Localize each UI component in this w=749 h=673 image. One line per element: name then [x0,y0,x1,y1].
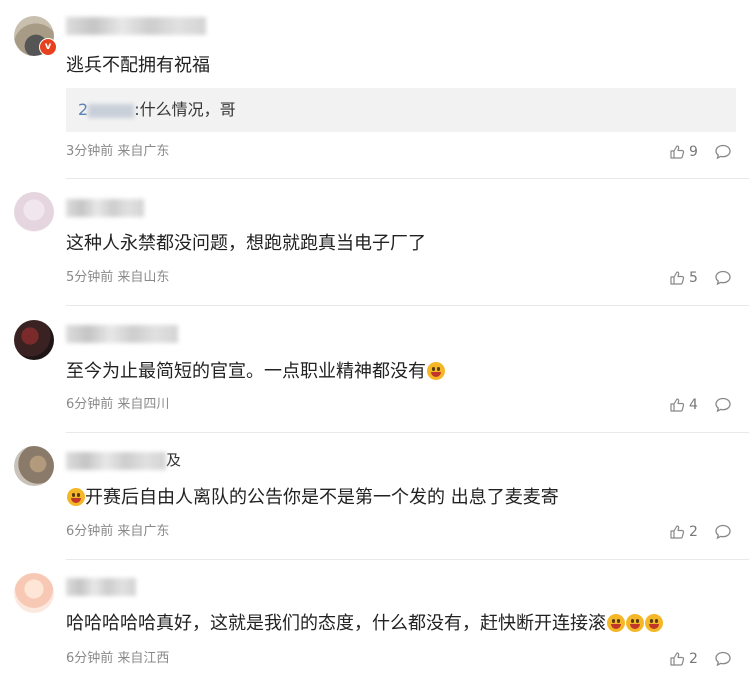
comment-meta: 6分钟前 来自四川 [66,397,170,412]
avatar[interactable] [14,320,54,360]
avatar[interactable] [14,573,54,613]
comment-icon[interactable] [714,269,732,287]
comment-meta: 6分钟前 来自广东 [66,524,170,539]
like-button[interactable]: 4 [669,396,698,414]
comment-icon[interactable] [714,396,732,414]
divider [66,432,749,433]
like-count: 5 [689,270,698,286]
comment-meta: 3分钟前 来自广东 [66,144,170,159]
verified-badge-icon: v [39,38,57,56]
laughing-emoji-icon [645,614,663,632]
comment-text: 至今为止最简短的官宣。一点职业精神都没有 [66,358,445,386]
comment-author[interactable]: 及 [66,449,181,471]
comment-icon[interactable] [714,523,732,541]
reply-preview[interactable]: 2:什么情况，哥 [66,88,736,132]
like-button[interactable]: 2 [669,523,698,541]
like-count: 2 [689,524,698,540]
comment-author[interactable] [66,14,206,36]
laughing-emoji-icon [607,614,625,632]
comment-text: 开赛后自由人离队的公告你是不是第一个发的 出息了麦麦寄 [66,484,559,512]
like-button[interactable]: 2 [669,650,698,668]
divider [66,178,749,179]
laughing-emoji-icon [427,362,445,380]
comment-author[interactable] [66,575,136,597]
comment-icon[interactable] [714,143,732,161]
comment-author[interactable] [66,196,144,218]
comment-text: 这种人永禁都没问题，想跑就跑真当电子厂了 [66,233,426,254]
thumb-up-icon [670,652,685,666]
divider [66,559,749,560]
thumb-up-icon [670,398,685,412]
laughing-emoji-icon [67,488,85,506]
like-button[interactable]: 9 [669,143,698,161]
comment-author[interactable] [66,322,178,344]
thumb-up-icon [670,271,685,285]
thumb-up-icon [670,525,685,539]
like-count: 2 [689,651,698,667]
like-count: 4 [689,397,698,413]
comment-text: 哈哈哈哈哈真好，这就是我们的态度，什么都没有，赶快断开连接滚 [66,610,663,638]
comment-meta: 6分钟前 来自江西 [66,651,170,666]
comment-meta: 5分钟前 来自山东 [66,270,170,285]
reply-author[interactable]: 2 [78,100,135,119]
reply-text: :什么情况，哥 [134,100,236,119]
divider [66,305,749,306]
avatar[interactable] [14,192,54,232]
thumb-up-icon [670,145,685,159]
comment-text: 逃兵不配拥有祝福 [66,55,210,76]
comment-icon[interactable] [714,650,732,668]
like-count: 9 [689,144,698,160]
like-button[interactable]: 5 [669,269,698,287]
avatar[interactable] [14,446,54,486]
laughing-emoji-icon [626,614,644,632]
